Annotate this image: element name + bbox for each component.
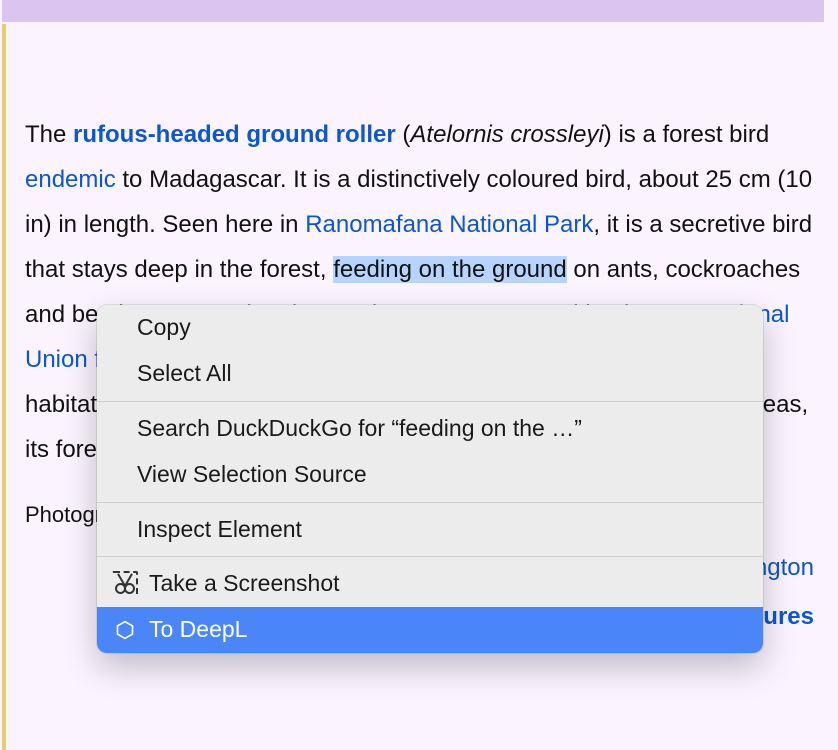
scientific-name: Atelornis crossleyi	[410, 121, 603, 148]
left-rule	[2, 24, 6, 750]
menu-item-select-all[interactable]: Select All	[97, 351, 763, 397]
text: ) is a forest bird	[604, 121, 769, 148]
menu-item-inspect[interactable]: Inspect Element	[97, 507, 763, 553]
menu-label: To DeepL	[149, 615, 247, 645]
menu-item-screenshot[interactable]: Take a Screenshot	[97, 561, 763, 607]
hexagon-icon	[113, 618, 137, 642]
menu-label: Take a Screenshot	[149, 569, 340, 599]
endemic-link[interactable]: endemic	[25, 166, 116, 193]
context-menu: Copy Select All Search DuckDuckGo for “f…	[97, 305, 763, 653]
menu-label: Inspect Element	[137, 515, 302, 545]
menu-label: Search DuckDuckGo for “feeding on the …”	[137, 414, 582, 444]
menu-divider	[97, 556, 763, 557]
scissors-icon	[113, 572, 137, 596]
park-link[interactable]: Ranomafana National Park	[305, 211, 593, 238]
species-link[interactable]: rufous-headed ground roller	[73, 121, 396, 148]
menu-item-copy[interactable]: Copy	[97, 305, 763, 351]
text: (	[396, 121, 411, 148]
text: The	[25, 121, 73, 148]
menu-divider	[97, 401, 763, 402]
menu-label: View Selection Source	[137, 460, 367, 490]
menu-label: Copy	[137, 313, 191, 343]
menu-label: Select All	[137, 359, 232, 389]
top-purple-bar	[2, 0, 824, 22]
menu-item-deepl[interactable]: To DeepL	[97, 607, 763, 653]
menu-item-search[interactable]: Search DuckDuckGo for “feeding on the …”	[97, 406, 763, 452]
selected-text: feeding on the ground	[333, 256, 567, 283]
menu-divider	[97, 502, 763, 503]
menu-item-view-source[interactable]: View Selection Source	[97, 452, 763, 498]
